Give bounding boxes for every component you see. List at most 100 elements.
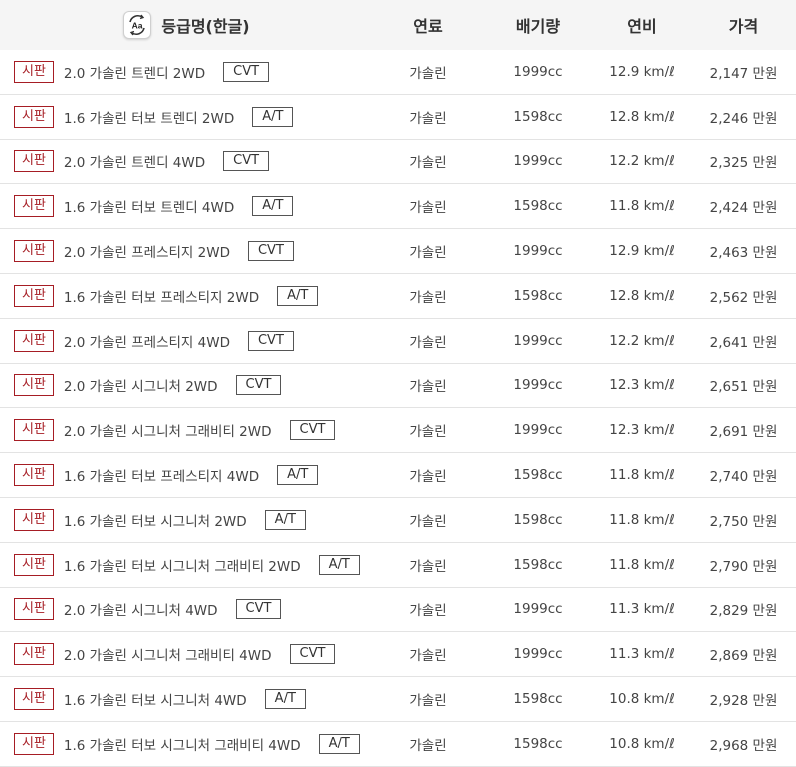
- header-displacement: 배기량: [515, 17, 561, 36]
- cell-fuel: 가솔린: [409, 648, 447, 665]
- table-row[interactable]: 시판 1.6 가솔린 터보 트렌디 2WD A/T 가솔린 1598cc 12.8 km/…: [0, 95, 796, 140]
- table-row[interactable]: 시판 2.0 가솔린 시그니처 그래비티 4WD CVT 가솔린 1999cc 11.3 …: [0, 632, 796, 678]
- cell-grade: 시판 2.0 가솔린 트렌디 2WD CVT: [0, 60, 373, 83]
- grade-name-link[interactable]: 1.6 가솔린 터보 시그니처 그래비티 4WD: [64, 734, 301, 754]
- table-row[interactable]: 시판 2.0 가솔린 프레스티지 4WD CVT 가솔린 1999cc 12.2 km/ℓ…: [0, 319, 796, 364]
- cell-price: 2,147 만원: [709, 65, 778, 82]
- table-row[interactable]: 시판 2.0 가솔린 프레스티지 2WD CVT 가솔린 1999cc 12.9 km/ℓ…: [0, 229, 796, 274]
- grade-name-link[interactable]: 2.0 가솔린 트렌디 4WD: [64, 151, 205, 171]
- cell-displacement: 1999cc: [513, 63, 563, 80]
- table-header: Aa 등급명(한글) 연료 배기량 연비 가격: [0, 0, 796, 50]
- grade-name-link[interactable]: 1.6 가솔린 터보 프레스티지 4WD: [64, 465, 259, 485]
- aa-language-icon[interactable]: Aa: [123, 11, 152, 39]
- cell-price: 2,790 만원: [709, 558, 778, 575]
- table-row[interactable]: 시판 1.6 가솔린 터보 프레스티지 2WD A/T 가솔린 1598cc 12.8 k…: [0, 274, 796, 319]
- status-badge: 시판: [14, 284, 54, 307]
- cell-efficiency: 11.8 km/ℓ: [609, 511, 675, 528]
- status-badge: 시판: [14, 508, 54, 531]
- cell-displacement: 1999cc: [513, 332, 563, 349]
- header-fuel: 연료: [413, 17, 443, 36]
- table-row[interactable]: 시판 1.6 가솔린 터보 시그니처 그래비티 2WD A/T 가솔린 1598cc 11…: [0, 543, 796, 588]
- cell-fuel: 가솔린: [409, 200, 447, 217]
- aa-icon-text: Aa: [132, 21, 143, 31]
- cell-grade: 시판 2.0 가솔린 트렌디 4WD CVT: [0, 150, 373, 173]
- transmission-badge: CVT: [223, 151, 270, 172]
- cell-fuel: 가솔린: [409, 424, 447, 441]
- trim-price-table: Aa 등급명(한글) 연료 배기량 연비 가격 시판 2.0 가솔린 트렌디 2W…: [0, 0, 796, 767]
- transmission-badge: A/T: [264, 509, 306, 530]
- grade-name-link[interactable]: 1.6 가솔린 터보 시그니처 4WD: [64, 689, 247, 709]
- grade-name-link[interactable]: 1.6 가솔린 터보 시그니처 2WD: [64, 510, 247, 530]
- cell-grade: 시판 1.6 가솔린 터보 시그니처 4WD A/T: [0, 688, 373, 711]
- table-row[interactable]: 시판 1.6 가솔린 터보 시그니처 2WD A/T 가솔린 1598cc 11.8 km…: [0, 498, 796, 543]
- table-row[interactable]: 시판 2.0 가솔린 트렌디 2WD CVT 가솔린 1999cc 12.9 km/ℓ 2,…: [0, 50, 796, 95]
- cell-efficiency: 12.2 km/ℓ: [609, 153, 675, 170]
- cell-grade: 시판 1.6 가솔린 터보 시그니처 2WD A/T: [0, 508, 373, 531]
- cell-efficiency: 11.3 km/ℓ: [609, 646, 675, 663]
- cell-grade: 시판 1.6 가솔린 터보 시그니처 그래비티 4WD A/T: [0, 732, 373, 755]
- cell-price: 2,325 만원: [709, 155, 778, 172]
- transmission-badge: CVT: [289, 644, 336, 665]
- grade-name-link[interactable]: 1.6 가솔린 터보 트렌디 2WD: [64, 107, 234, 127]
- cell-grade: 시판 1.6 가솔린 터보 프레스티지 2WD A/T: [0, 284, 373, 307]
- grade-name-link[interactable]: 2.0 가솔린 시그니처 2WD: [64, 375, 218, 395]
- cell-efficiency: 10.8 km/ℓ: [609, 691, 675, 708]
- cell-displacement: 1598cc: [513, 691, 563, 708]
- transmission-badge: A/T: [264, 689, 306, 710]
- cell-efficiency: 12.2 km/ℓ: [609, 332, 675, 349]
- transmission-badge: CVT: [247, 330, 294, 351]
- status-badge: 시판: [14, 105, 54, 128]
- cell-grade: 시판 2.0 가솔린 시그니처 그래비티 2WD CVT: [0, 419, 373, 442]
- grade-name-link[interactable]: 2.0 가솔린 프레스티지 4WD: [64, 331, 230, 351]
- table-row[interactable]: 시판 2.0 가솔린 시그니처 그래비티 2WD CVT 가솔린 1999cc 12.3 …: [0, 408, 796, 454]
- transmission-badge: CVT: [223, 61, 270, 82]
- cell-price: 2,829 만원: [709, 603, 778, 620]
- cell-grade: 시판 2.0 가솔린 시그니처 그래비티 4WD CVT: [0, 643, 373, 666]
- transmission-badge: A/T: [277, 465, 319, 486]
- cell-grade: 시판 2.0 가솔린 시그니처 4WD CVT: [0, 598, 373, 621]
- cell-fuel: 가솔린: [409, 65, 447, 82]
- status-badge: 시판: [14, 553, 54, 576]
- table-row[interactable]: 시판 1.6 가솔린 터보 시그니처 그래비티 4WD A/T 가솔린 1598cc 10…: [0, 722, 796, 767]
- cell-grade: 시판 2.0 가솔린 프레스티지 4WD CVT: [0, 329, 373, 352]
- cell-grade: 시판 1.6 가솔린 터보 프레스티지 4WD A/T: [0, 464, 373, 487]
- grade-name-link[interactable]: 2.0 가솔린 프레스티지 2WD: [64, 241, 230, 261]
- grade-name-link[interactable]: 2.0 가솔린 시그니처 그래비티 4WD: [64, 644, 272, 664]
- table-row[interactable]: 시판 2.0 가솔린 트렌디 4WD CVT 가솔린 1999cc 12.2 km/ℓ 2,…: [0, 140, 796, 185]
- grade-name-link[interactable]: 1.6 가솔린 터보 시그니처 그래비티 2WD: [64, 555, 301, 575]
- cell-grade: 시판 1.6 가솔린 터보 시그니처 그래비티 2WD A/T: [0, 553, 373, 576]
- transmission-badge: A/T: [252, 196, 294, 217]
- cell-fuel: 가솔린: [409, 469, 447, 486]
- cell-displacement: 1999cc: [513, 601, 563, 618]
- grade-name-link[interactable]: 1.6 가솔린 터보 프레스티지 2WD: [64, 286, 259, 306]
- grade-name-link[interactable]: 2.0 가솔린 트렌디 2WD: [64, 62, 205, 82]
- cell-price: 2,641 만원: [709, 334, 778, 351]
- grade-name-link[interactable]: 2.0 가솔린 시그니처 그래비티 2WD: [64, 420, 272, 440]
- header-grade: Aa 등급명(한글): [0, 11, 373, 39]
- cell-displacement: 1598cc: [513, 287, 563, 304]
- cell-efficiency: 12.8 km/ℓ: [609, 287, 675, 304]
- cell-fuel: 가솔린: [409, 513, 447, 530]
- grade-name-link[interactable]: 1.6 가솔린 터보 트렌디 4WD: [64, 196, 234, 216]
- cell-displacement: 1999cc: [513, 646, 563, 663]
- cell-displacement: 1598cc: [513, 735, 563, 752]
- grade-name-link[interactable]: 2.0 가솔린 시그니처 4WD: [64, 599, 218, 619]
- table-row[interactable]: 시판 1.6 가솔린 터보 시그니처 4WD A/T 가솔린 1598cc 10.8 km…: [0, 677, 796, 722]
- table-row[interactable]: 시판 2.0 가솔린 시그니처 4WD CVT 가솔린 1999cc 11.3 km/ℓ 2…: [0, 588, 796, 633]
- status-badge: 시판: [14, 732, 54, 755]
- cell-fuel: 가솔린: [409, 245, 447, 262]
- status-badge: 시판: [14, 464, 54, 487]
- table-row[interactable]: 시판 2.0 가솔린 시그니처 2WD CVT 가솔린 1999cc 12.3 km/ℓ 2…: [0, 364, 796, 409]
- cell-displacement: 1999cc: [513, 422, 563, 439]
- cell-fuel: 가솔린: [409, 110, 447, 127]
- cell-price: 2,869 만원: [709, 648, 778, 665]
- table-row[interactable]: 시판 1.6 가솔린 터보 트렌디 4WD A/T 가솔린 1598cc 11.8 km/…: [0, 184, 796, 230]
- status-badge: 시판: [14, 195, 54, 218]
- aa-language-icon-graphic: Aa: [129, 14, 146, 36]
- table-row[interactable]: 시판 1.6 가솔린 터보 프레스티지 4WD A/T 가솔린 1598cc 11.8 k…: [0, 453, 796, 498]
- header-grade-label: 등급명(한글): [161, 17, 250, 36]
- cell-price: 2,424 만원: [709, 200, 778, 217]
- cell-grade: 시판 1.6 가솔린 터보 트렌디 4WD A/T: [0, 195, 373, 218]
- cell-displacement: 1598cc: [513, 467, 563, 484]
- cell-displacement: 1598cc: [513, 556, 563, 573]
